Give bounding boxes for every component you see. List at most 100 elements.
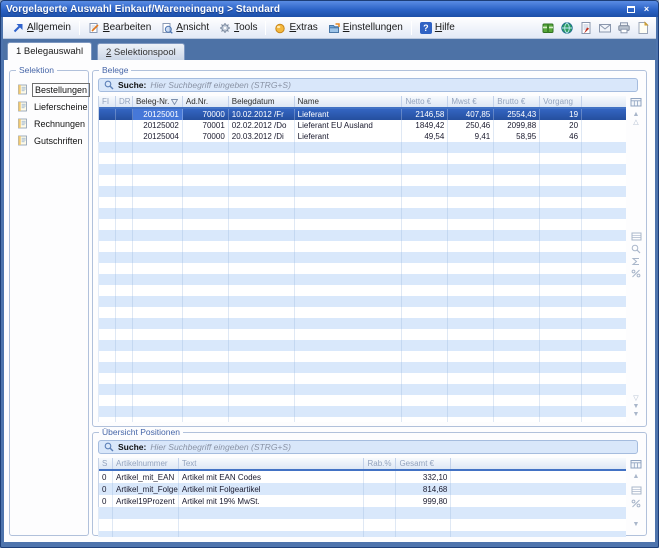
column-chooser-icon[interactable] [630,97,642,107]
search-icon [104,80,114,90]
belege-group: Belege Suche: Hier Suchbegriff eingeben … [92,70,647,427]
menu-hilfe[interactable]: ? Hilfe [415,20,460,36]
grid-controls: ▲ △ ▽ ▼ ▼ [628,96,644,421]
content-area: Selektion Bestellungen Lieferscheine Rec… [4,60,655,542]
document-icon [17,118,28,129]
positionen-search-field[interactable]: Suche: Hier Suchbegriff eingeben (STRG+S… [98,440,638,454]
sum-icon[interactable] [631,257,641,266]
col-fi[interactable]: FI [99,96,116,107]
extras-icon [274,22,286,34]
gear-icon [219,22,231,34]
col-name[interactable]: Name [295,96,403,107]
scroll-up-icon[interactable]: △ [633,119,638,127]
col-rab[interactable]: Rab.% [364,458,396,469]
new-document-icon[interactable] [636,21,650,35]
sidebar-item-lieferscheine[interactable]: Lieferscheine [14,98,86,115]
col-artikelnummer[interactable]: Artikelnummer [113,458,179,469]
zoom-icon[interactable] [631,244,641,254]
menu-einstellungen[interactable]: Einstellungen [323,20,408,36]
col-gesamt[interactable]: Gesamt € [396,458,451,469]
package-icon[interactable] [541,21,555,35]
positionen-table-header: S Artikelnummer Text Rab.% Gesamt € [99,458,626,471]
menu-tools[interactable]: Tools [214,20,262,36]
belege-group-label: Belege [99,65,131,75]
menu-extras[interactable]: Extras [269,20,322,36]
table-row[interactable]: 0 Artikel_mit_Folgeartikel Artikel mit F… [99,483,626,495]
column-chooser-icon[interactable] [630,459,642,469]
window-title: Vorgelagerte Auswahl Einkauf/Wareneingan… [6,4,621,15]
scroll-down-icon[interactable]: ▼ [633,521,640,529]
search-placeholder: Hier Suchbegriff eingeben (STRG+S) [150,442,291,452]
menu-separator [79,21,80,35]
menu-allgemein[interactable]: Allgemein [7,20,76,36]
col-dr[interactable]: DR [116,96,133,107]
scroll-end-icon[interactable]: ▼ [633,411,640,419]
globe-icon[interactable] [560,21,574,35]
sidebar-item-bestellungen[interactable]: Bestellungen [14,81,86,98]
restore-icon [627,6,635,13]
col-text[interactable]: Text [179,458,365,469]
col-belegdatum[interactable]: Belegdatum [229,96,295,107]
positionen-table: S Artikelnummer Text Rab.% Gesamt € 0 Ar… [98,458,626,507]
close-icon: × [644,4,649,14]
percent-icon[interactable] [631,499,641,508]
menu-bar: Allgemein Bearbeiten Ansicht Tools Extra… [3,17,656,39]
col-beleg-nr[interactable]: Beleg-Nr. [133,96,183,107]
document-icon [17,84,28,95]
close-button[interactable]: × [640,4,653,15]
empty-rows [98,507,626,537]
document-edit-icon[interactable] [579,21,593,35]
menu-bearbeiten[interactable]: Bearbeiten [83,20,156,36]
col-mwst[interactable]: Mwst € [448,96,494,107]
positionen-group: Übersicht Positionen Suche: Hier Suchbeg… [92,432,647,536]
table-row[interactable]: 20125002 70001 02.02.2012 /Do Lieferant … [99,120,626,131]
col-netto[interactable]: Netto € [402,96,448,107]
search-label: Suche: [118,442,146,452]
belege-search-field[interactable]: Suche: Hier Suchbegriff eingeben (STRG+S… [98,78,638,92]
restore-button[interactable] [624,4,637,15]
col-vorgang[interactable]: Vorgang [540,96,582,107]
col-ad-nr[interactable]: Ad.Nr. [183,96,229,107]
belege-table: FI DR Beleg-Nr. Ad.Nr. Belegdatum Name N… [98,96,626,142]
document-icon [17,135,28,146]
table-row[interactable]: 20125001 70000 10.02.2012 /Fr Lieferant … [99,109,626,120]
scroll-bottom-icon[interactable]: ▼ [633,403,640,411]
col-s[interactable]: S [99,458,113,469]
title-bar: Vorgelagerte Auswahl Einkauf/Wareneingan… [1,1,658,17]
menu-separator [411,21,412,35]
search-placeholder: Hier Suchbegriff eingeben (STRG+S) [150,80,291,90]
grid-controls: ▲ ▼ [628,458,644,531]
document-icon [17,101,28,112]
view-icon [161,22,173,34]
arrow-ne-icon [12,22,24,34]
app-window: Vorgelagerte Auswahl Einkauf/Wareneingan… [0,0,659,548]
menu-separator [265,21,266,35]
belege-table-header: FI DR Beleg-Nr. Ad.Nr. Belegdatum Name N… [99,96,626,109]
search-icon [104,442,114,452]
table-row[interactable]: 0 Artikel19Prozent Artikel mit 19% MwSt.… [99,495,626,507]
selektion-group-label: Selektion [16,65,57,75]
menu-ansicht[interactable]: Ansicht [156,20,214,36]
tab-belegauswahl[interactable]: 1 Belegauswahl [7,42,92,60]
settings-icon [328,22,340,34]
list-view-icon[interactable] [631,232,642,241]
positionen-group-label: Übersicht Positionen [99,427,183,437]
tab-selektionspool[interactable]: 2 Selektionspool [97,43,185,60]
sort-icon [171,99,178,105]
col-brutto[interactable]: Brutto € [494,96,540,107]
help-icon: ? [420,22,432,34]
percent-icon[interactable] [631,269,641,278]
edit-icon [88,22,100,34]
sidebar-item-rechnungen[interactable]: Rechnungen [14,115,86,132]
table-row[interactable]: 20125004 70000 20.03.2012 /Di Lieferant … [99,131,626,142]
empty-rows [98,142,626,422]
scroll-top-icon[interactable]: ▲ [633,111,640,119]
sidebar-item-gutschriften[interactable]: Gutschriften [14,132,86,149]
list-view-icon[interactable] [631,486,642,495]
quick-toolbar [541,21,652,35]
scroll-up-icon[interactable]: ▲ [633,473,640,481]
printer-icon[interactable] [617,21,631,35]
table-row[interactable]: 0 Artikel_mit_EAN Artikel mit EAN Codes … [99,471,626,483]
mail-icon[interactable] [598,21,612,35]
scroll-down-icon[interactable]: ▽ [633,395,638,403]
